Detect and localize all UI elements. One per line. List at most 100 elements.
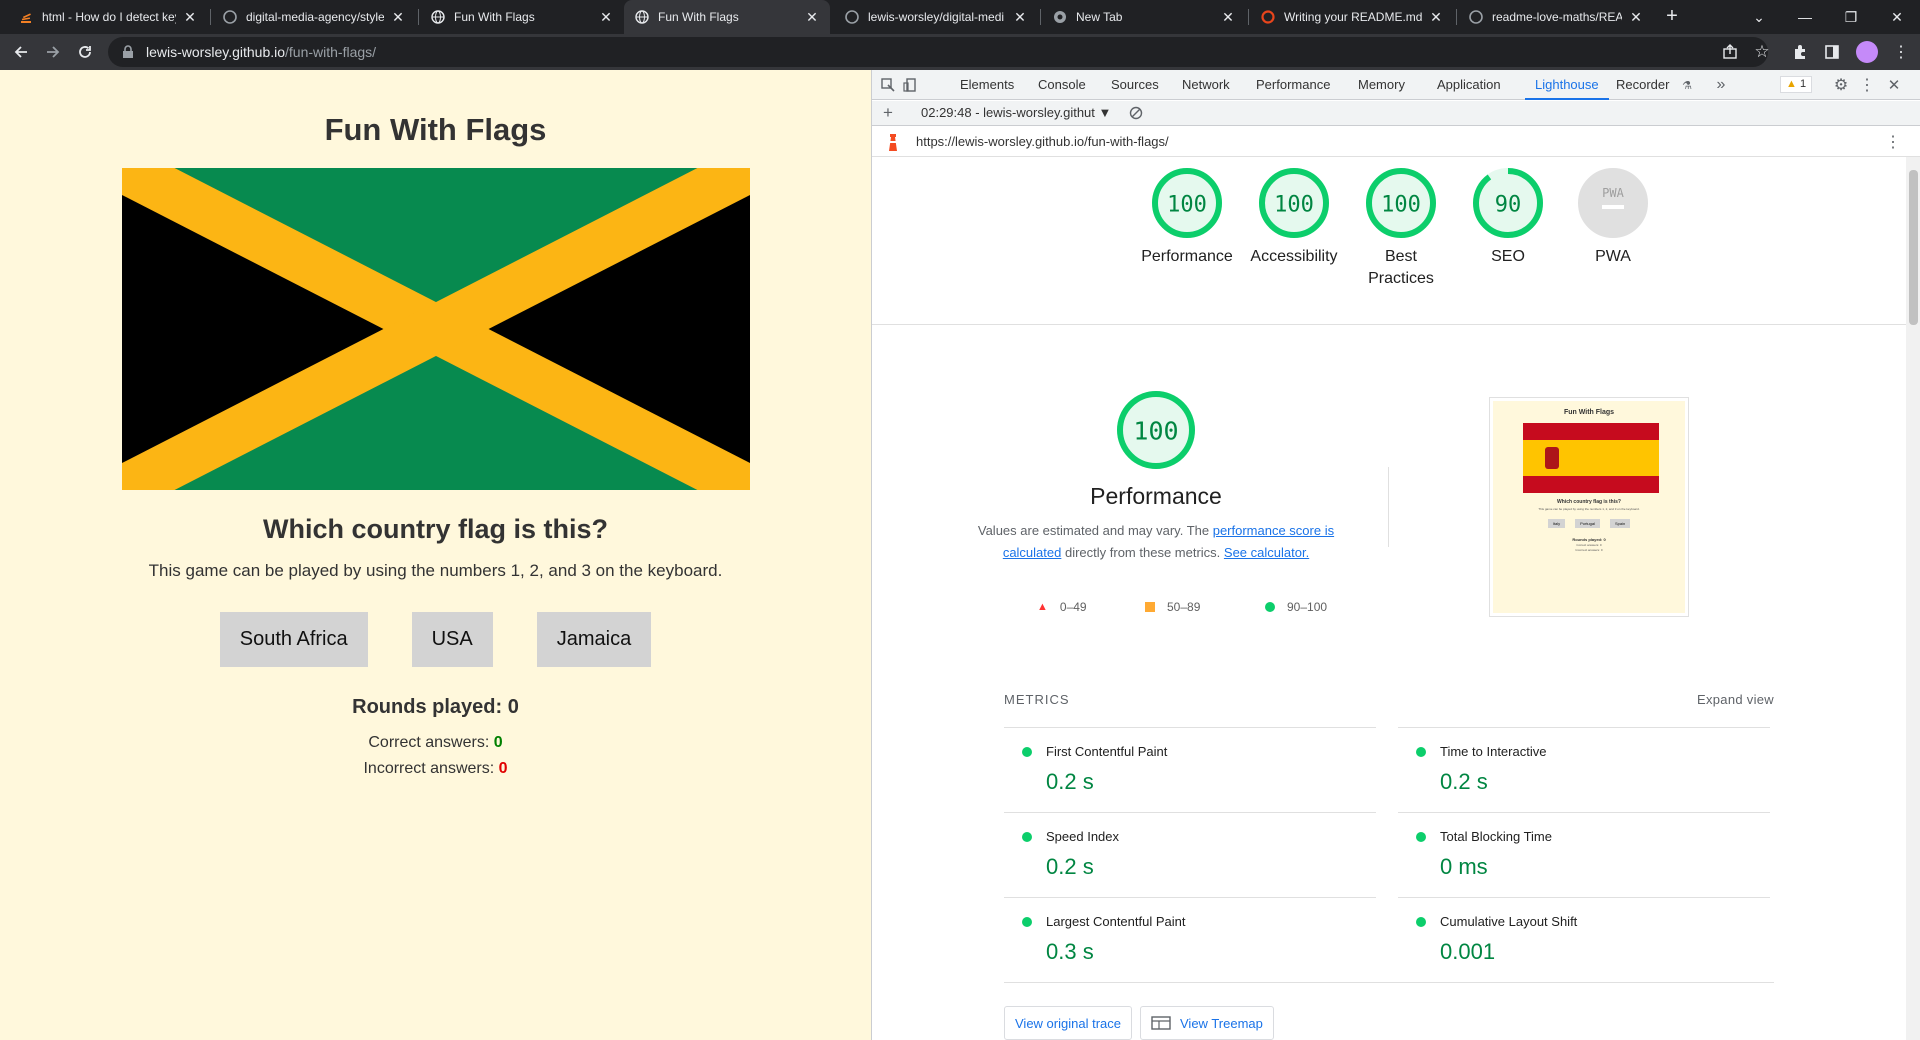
profile-avatar[interactable] <box>1856 41 1878 63</box>
answer-button-2[interactable]: USA <box>411 612 493 667</box>
browser-tab[interactable]: lewis-worsley/digital-medi ✕ <box>834 0 1038 34</box>
close-devtools-icon[interactable]: ✕ <box>1885 76 1903 94</box>
address-bar[interactable]: lewis-worsley.github.io/fun-with-flags/ <box>108 37 1768 67</box>
metric-name: Largest Contentful Paint <box>1046 914 1186 929</box>
tab-lighthouse[interactable]: Lighthouse <box>1525 70 1609 100</box>
pass-dot-icon <box>1416 832 1426 842</box>
thumb-question: Which country flag is this? <box>1557 499 1621 505</box>
tab-memory[interactable]: Memory <box>1358 70 1405 100</box>
flask-icon: ⚗ <box>1682 79 1692 92</box>
gauge-seo[interactable]: 90 SEO <box>1455 167 1561 268</box>
new-report-icon[interactable]: + <box>879 103 897 122</box>
tab-title: html - How do I detect key <box>42 10 176 24</box>
performance-description: Values are estimated and may vary. The p… <box>968 520 1344 564</box>
gauge-accessibility[interactable]: 100 Accessibility <box>1241 167 1347 268</box>
lighthouse-logo-icon <box>886 133 900 154</box>
close-tab-icon[interactable]: ✕ <box>182 9 198 25</box>
answer-buttons: South Africa USA Jamaica <box>0 612 871 667</box>
chrome-menu-icon[interactable]: ⋮ <box>1888 39 1914 65</box>
report-menu-icon[interactable]: ⋮ <box>1885 132 1901 152</box>
side-panel-icon[interactable] <box>1819 39 1845 65</box>
tab-network[interactable]: Network <box>1182 70 1230 100</box>
tab-performance[interactable]: Performance <box>1256 70 1330 100</box>
share-icon[interactable] <box>1717 39 1743 65</box>
legend-fail: ▲ 0–49 <box>1037 600 1087 614</box>
close-tab-icon[interactable]: ✕ <box>1428 9 1444 25</box>
browser-tab[interactable]: New Tab ✕ <box>1042 0 1246 34</box>
gauge-pwa[interactable]: PWA PWA <box>1560 167 1666 268</box>
legend-average: 50–89 <box>1145 600 1200 614</box>
close-tab-icon[interactable]: ✕ <box>804 9 820 25</box>
extensions-icon[interactable] <box>1787 39 1813 65</box>
metric-name: First Contentful Paint <box>1046 744 1168 759</box>
score-gauge-ring: 100 <box>1259 168 1329 238</box>
view-treemap-label: View Treemap <box>1180 1015 1263 1031</box>
view-original-trace-button[interactable]: View original trace <box>1004 1006 1132 1040</box>
new-tab-button[interactable]: + <box>1660 6 1684 28</box>
report-select[interactable]: 02:29:48 - lewis-worsley.githut ▼ <box>921 105 1111 120</box>
close-tab-icon[interactable]: ✕ <box>1220 9 1236 25</box>
warning-icon: ▲ <box>1786 78 1797 90</box>
devtools-menu-icon[interactable]: ⋮ <box>1858 76 1876 94</box>
device-toolbar-icon[interactable] <box>901 76 919 94</box>
see-calculator-link[interactable]: See calculator. <box>1224 545 1309 560</box>
gauge-best-practices[interactable]: 100 Best Practices <box>1348 167 1454 290</box>
github-icon <box>844 9 860 25</box>
tab-title: digital-media-agency/style <box>246 10 384 24</box>
browser-tab[interactable]: html - How do I detect key ✕ <box>8 0 208 34</box>
more-tabs-icon[interactable]: » <box>1712 76 1730 94</box>
view-treemap-button[interactable]: View Treemap <box>1140 1006 1274 1040</box>
back-icon[interactable] <box>8 39 34 65</box>
stackoverflow-icon <box>18 9 34 25</box>
metric-value: 0 ms <box>1440 854 1488 879</box>
answer-button-1[interactable]: South Africa <box>219 612 368 667</box>
warning-badge[interactable]: ▲ 1 <box>1780 76 1813 93</box>
browser-tab[interactable]: Writing your README.md ✕ <box>1250 0 1454 34</box>
settings-gear-icon[interactable]: ⚙ <box>1832 76 1850 94</box>
reload-icon[interactable] <box>72 39 98 65</box>
metrics-header: METRICS Expand view <box>1004 692 1774 707</box>
legend-range: 50–89 <box>1167 600 1201 614</box>
inspect-element-icon[interactable] <box>879 76 897 94</box>
minimize-icon[interactable]: — <box>1782 0 1828 34</box>
close-tab-icon[interactable]: ✕ <box>1012 9 1028 25</box>
clear-reports-icon[interactable] <box>1127 104 1145 122</box>
close-tab-icon[interactable]: ✕ <box>598 9 614 25</box>
thumb-answer: Spain <box>1610 519 1631 528</box>
incorrect-label: Incorrect answers: <box>363 760 499 777</box>
answer-button-3[interactable]: Jamaica <box>536 612 652 667</box>
lock-icon[interactable] <box>122 45 136 59</box>
performance-gauge: 100 <box>968 390 1344 475</box>
flag-image <box>122 168 750 490</box>
browser-tab[interactable]: digital-media-agency/style ✕ <box>212 0 416 34</box>
score-value: 100 <box>1381 193 1421 218</box>
tab-sources[interactable]: Sources <box>1111 70 1159 100</box>
browser-tab-active[interactable]: Fun With Flags ✕ <box>624 0 830 34</box>
scrollbar-thumb[interactable] <box>1909 170 1918 325</box>
close-window-icon[interactable]: ✕ <box>1874 0 1920 34</box>
close-tab-icon[interactable]: ✕ <box>390 9 406 25</box>
restore-icon[interactable]: ❐ <box>1828 0 1874 34</box>
triangle-icon: ▲ <box>1037 601 1048 613</box>
metric-name: Total Blocking Time <box>1440 829 1552 844</box>
bookmark-star-icon[interactable]: ☆ <box>1749 39 1775 65</box>
instructions-text: This game can be played by using the num… <box>148 561 723 580</box>
tab-elements[interactable]: Elements <box>960 70 1014 100</box>
incorrect-value: 0 <box>498 760 508 777</box>
thumb-rounds: Rounds played: 0 <box>1572 537 1606 542</box>
tab-separator <box>1248 9 1249 25</box>
tab-console[interactable]: Console <box>1038 70 1086 100</box>
github-icon <box>222 9 238 25</box>
tab-application[interactable]: Application <box>1437 70 1501 100</box>
browser-tab[interactable]: readme-love-maths/READ ✕ <box>1458 0 1654 34</box>
final-screenshot[interactable]: Fun With Flags Which country flag is thi… <box>1489 397 1689 617</box>
tab-recorder[interactable]: Recorder <box>1616 70 1669 100</box>
expand-view-toggle[interactable]: Expand view <box>1697 692 1774 707</box>
gauge-performance[interactable]: 100 Performance <box>1134 167 1240 268</box>
tab-search-icon[interactable]: ⌄ <box>1736 0 1782 34</box>
gauge-label: Best Practices <box>1368 248 1434 287</box>
close-tab-icon[interactable]: ✕ <box>1628 9 1644 25</box>
metric-value: 0.3 s <box>1046 939 1094 964</box>
browser-tab[interactable]: Fun With Flags ✕ <box>420 0 624 34</box>
forward-icon[interactable] <box>40 39 66 65</box>
